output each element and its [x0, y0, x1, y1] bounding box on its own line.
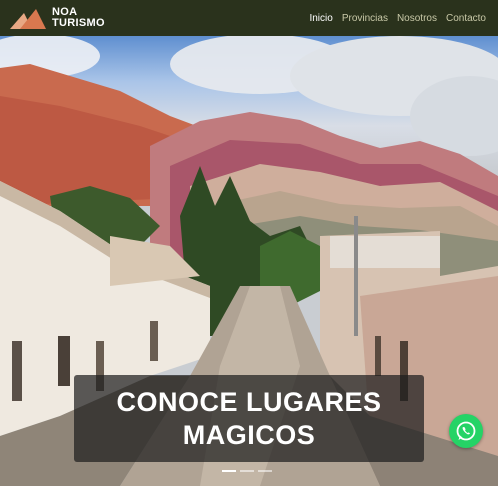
brand-link[interactable]: NOA TURISMO — [10, 7, 105, 29]
whatsapp-icon — [456, 421, 476, 441]
carousel-indicator-2[interactable] — [240, 470, 254, 472]
hero-carousel[interactable]: CONOCE LUGARES MAGICOS — [0, 36, 498, 486]
carousel-indicator-3[interactable] — [258, 470, 272, 472]
carousel-indicator-1[interactable] — [222, 470, 236, 472]
brand-name: NOA TURISMO — [52, 7, 105, 29]
nav-links: Inicio Provincias Nosotros Contacto — [309, 13, 486, 24]
brand-logo-icon — [10, 9, 46, 29]
nav-link-contacto[interactable]: Contacto — [446, 13, 486, 24]
navbar: NOA TURISMO Inicio Provincias Nosotros C… — [0, 0, 498, 36]
hero-caption-title: CONOCE LUGARES MAGICOS — [116, 386, 382, 450]
nav-link-nosotros[interactable]: Nosotros — [397, 13, 437, 24]
nav-link-inicio[interactable]: Inicio — [309, 13, 332, 24]
carousel-indicators — [222, 470, 272, 472]
nav-link-provincias[interactable]: Provincias — [342, 13, 388, 24]
whatsapp-button[interactable] — [449, 414, 483, 448]
brand-line-2: TURISMO — [52, 17, 105, 29]
hero-caption: CONOCE LUGARES MAGICOS — [74, 375, 424, 462]
